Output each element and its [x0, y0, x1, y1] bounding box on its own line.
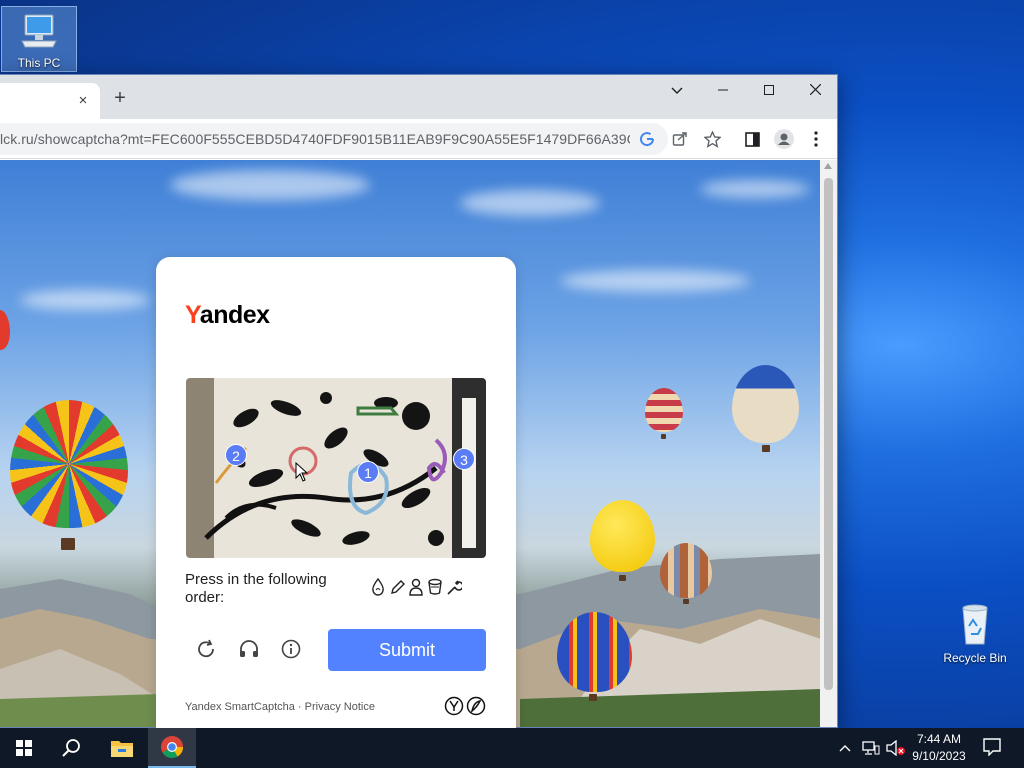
profile-icon[interactable] [774, 129, 794, 149]
close-window-button[interactable] [792, 75, 837, 105]
volume-status[interactable] [886, 739, 906, 759]
target-order-icons [370, 578, 462, 596]
yandex-y-logo-icon [444, 696, 464, 716]
drop-icon [372, 578, 384, 596]
scrollbar-thumb[interactable] [824, 178, 833, 690]
refresh-button[interactable] [194, 637, 218, 661]
new-tab-button[interactable]: + [109, 87, 131, 109]
mouse-cursor-icon [295, 462, 309, 482]
tab-search-button[interactable] [654, 75, 700, 105]
captcha-image[interactable]: 1 2 3 [186, 378, 486, 558]
notifications-button[interactable] [983, 738, 1001, 759]
page-scrollbar[interactable] [820, 160, 837, 727]
maximize-icon [764, 85, 774, 95]
click-marker: 1 [357, 461, 379, 483]
pencil-icon [391, 580, 405, 594]
scroll-up-arrow[interactable] [824, 163, 832, 169]
active-tab[interactable]: × [0, 83, 100, 119]
logo-letter: Y [185, 301, 200, 329]
chevron-down-icon [671, 87, 683, 94]
taskbar-clock[interactable]: 7:44 AM 9/10/2023 [906, 731, 972, 765]
audio-captcha-button[interactable] [237, 637, 261, 661]
start-icon [16, 740, 32, 756]
share-icon[interactable] [670, 129, 690, 149]
balloon [660, 543, 712, 598]
minimize-button[interactable] [700, 75, 746, 105]
headphones-icon [240, 640, 258, 657]
close-icon [809, 83, 821, 96]
chrome-icon [161, 736, 183, 758]
tab-strip: × + [0, 75, 837, 119]
google-lens-icon[interactable] [637, 129, 657, 149]
notification-icon [983, 738, 1001, 757]
taskbar-search-button[interactable] [48, 728, 96, 768]
desktop-icon-label: Recycle Bin [943, 651, 1007, 665]
computer-icon [21, 14, 57, 48]
minimize-icon [718, 89, 728, 91]
logo-text: andex [199, 301, 270, 329]
refresh-icon [198, 639, 214, 658]
show-hidden-icons[interactable] [839, 740, 851, 755]
click-marker: 2 [225, 444, 247, 466]
privacy-notice-link[interactable]: Privacy Notice [305, 701, 375, 713]
yandex-logo: Yandex [185, 301, 270, 330]
balloon [732, 365, 799, 443]
balloon [645, 388, 683, 432]
bucket-icon [428, 578, 442, 595]
maximize-button[interactable] [746, 75, 792, 105]
search-icon [62, 739, 80, 757]
submit-button[interactable]: Submit [328, 629, 486, 671]
network-status[interactable] [862, 740, 880, 759]
desktop-icon-recycle-bin[interactable]: Recycle Bin [937, 598, 1013, 670]
info-button[interactable] [279, 637, 303, 661]
balloon [557, 612, 632, 692]
file-explorer-button[interactable] [98, 728, 146, 768]
captcha-brand-icon [466, 696, 486, 716]
footer-separator: · [297, 701, 302, 713]
person-icon [409, 578, 423, 596]
clock-time: 7:44 AM [916, 732, 962, 746]
speaker-muted-icon [886, 739, 905, 757]
click-marker: 3 [453, 448, 475, 470]
recycle-bin-icon [962, 604, 988, 645]
desktop-icon-label: This PC [17, 56, 61, 70]
captcha-footer: Yandex SmartCaptcha · Privacy Notice [185, 701, 375, 713]
captcha-picture [186, 378, 486, 558]
info-icon [281, 639, 301, 659]
balloon [590, 500, 655, 572]
address-bar[interactable]: lck.ru/showcaptcha?mt=FEC600F555CEBD5D47… [0, 123, 668, 155]
captcha-card: Yandex 1 2 3 Press in the following orde… [156, 257, 516, 755]
tab-close-icon[interactable]: × [74, 92, 92, 110]
footer-brand: Yandex SmartCaptcha [185, 701, 295, 713]
start-button[interactable] [0, 728, 48, 768]
wrench-icon [447, 580, 462, 595]
file-explorer-icon [111, 741, 133, 757]
bookmark-star-icon[interactable] [702, 129, 722, 149]
balloon [10, 400, 128, 528]
url-text[interactable]: lck.ru/showcaptcha?mt=FEC600F555CEBD5D47… [0, 131, 630, 147]
captcha-instruction: Press in the following order: [185, 571, 327, 606]
smartcaptcha-logos [444, 696, 486, 716]
desktop-icon-this-pc[interactable]: This PC [1, 6, 77, 72]
network-icon [862, 741, 880, 755]
chrome-taskbar-button[interactable] [148, 728, 196, 768]
menu-icon[interactable] [806, 129, 826, 149]
chevron-up-icon [839, 745, 851, 752]
side-panel-icon[interactable] [742, 129, 762, 149]
taskbar: 7:44 AM 9/10/2023 [0, 728, 1024, 768]
clock-date: 9/10/2023 [912, 749, 966, 763]
browser-toolbar: lck.ru/showcaptcha?mt=FEC600F555CEBD5D47… [0, 119, 837, 159]
